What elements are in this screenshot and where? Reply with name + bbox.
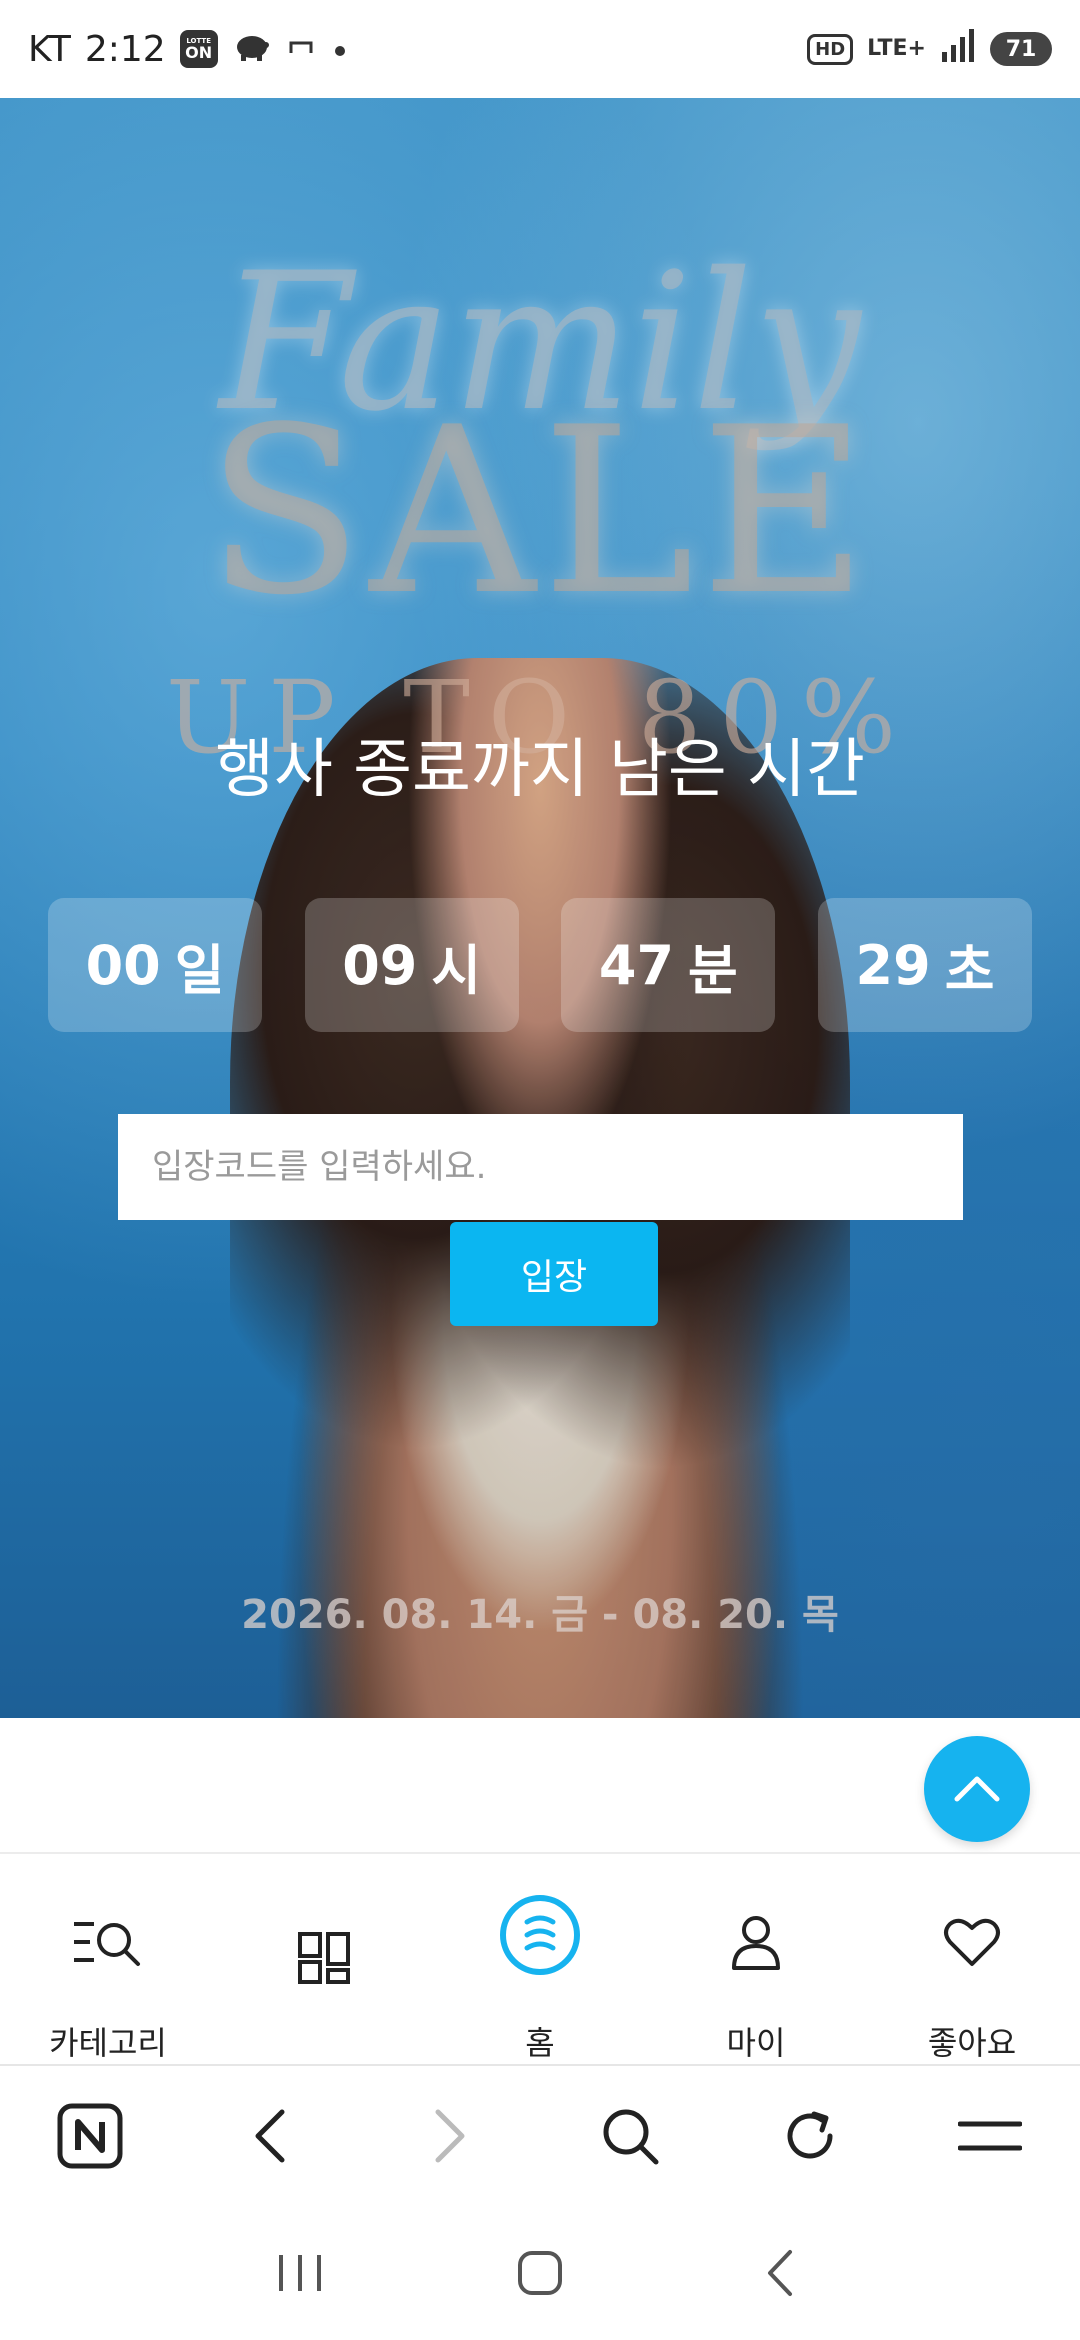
nav-item-category[interactable]: 카테고리 (0, 1880, 216, 2064)
piggy-bank-icon (232, 29, 272, 70)
countdown-hours-unit: 시 (431, 938, 482, 1002)
back-icon[interactable] (225, 2091, 315, 2181)
carrier-label: KT (28, 28, 71, 70)
lotte-badge-big: ON (185, 42, 213, 62)
nav-label-likes: 좋아요 (927, 2024, 1017, 2062)
nav-item-grid[interactable] (216, 1880, 432, 2064)
app-bottom-nav: 카테고리 홈 마이 좋아요 (0, 1880, 1080, 2064)
chevron-up-icon (952, 1773, 1002, 1806)
countdown-seconds-value: 29 (855, 933, 931, 997)
countdown-timer: 00 일 09 시 47 분 29 초 (48, 898, 1032, 1032)
menu-icon[interactable] (945, 2091, 1035, 2181)
nav-label-category: 카테고리 (49, 2024, 167, 2062)
status-left: KT 2:12 LOTTE ON (28, 29, 350, 70)
countdown-seconds: 29 초 (817, 898, 1032, 1032)
naver-n-icon[interactable] (45, 2091, 135, 2181)
refresh-icon[interactable] (765, 2091, 855, 2181)
countdown-hours: 09 시 (304, 898, 519, 1032)
status-right: HD LTE+ 71 (807, 28, 1052, 71)
countdown-hours-value: 09 (342, 933, 418, 997)
nav-item-my[interactable]: 마이 (648, 1880, 864, 2064)
back-icon[interactable] (740, 2233, 820, 2313)
banner-sale-title: SALE (205, 379, 875, 646)
person-icon (716, 1902, 796, 1982)
nav-item-likes[interactable]: 좋아요 (864, 1880, 1080, 2064)
countdown-days: 00 일 (48, 898, 262, 1032)
dot-icon (330, 29, 350, 70)
search-icon[interactable] (585, 2091, 675, 2181)
status-time: 2:12 (84, 28, 166, 70)
lotte-on-badge-icon: LOTTE ON (179, 30, 218, 68)
countdown-seconds-unit: 초 (944, 938, 995, 1002)
home-icon[interactable] (500, 2233, 580, 2313)
status-bar: KT 2:12 LOTTE ON HD LTE+ 71 (0, 0, 1080, 98)
countdown-title: 행사 종료까지 남은 시간 (215, 733, 865, 807)
hd-badge: HD (807, 33, 854, 65)
category-search-icon (68, 1902, 148, 1982)
countdown-minutes-value: 47 (598, 933, 675, 997)
divider (0, 1852, 1080, 1854)
nav-label-my: 마이 (726, 2024, 786, 2062)
enter-button[interactable]: 입장 (450, 1222, 658, 1326)
sale-banner: Family SALE UP TO 80% 행사 종료까지 남은 시간 00 일… (0, 98, 1080, 1718)
nav-item-home[interactable]: 홈 (432, 1880, 648, 2064)
grid-icon (284, 1918, 364, 1998)
nav-label-home: 홈 (525, 2024, 555, 2062)
tray-icon (286, 29, 316, 70)
scroll-to-top-button[interactable] (924, 1736, 1030, 1842)
entry-code-input[interactable] (118, 1114, 963, 1220)
event-dates: 2026. 08. 14. 금 - 08. 20. 목 (241, 1592, 839, 1638)
countdown-days-value: 00 (85, 933, 161, 997)
countdown-minutes-unit: 분 (688, 938, 738, 1002)
countdown-days-unit: 일 (174, 938, 225, 1002)
network-type: LTE+ (867, 36, 926, 61)
system-nav-bar (0, 2206, 1080, 2340)
recents-icon[interactable] (260, 2233, 340, 2313)
heart-icon (932, 1902, 1012, 1982)
home-logo-icon (497, 1892, 583, 1978)
browser-toolbar (0, 2066, 1080, 2206)
signal-icon (940, 28, 976, 71)
countdown-minutes: 47 분 (561, 898, 776, 1032)
forward-icon[interactable] (405, 2091, 495, 2181)
battery-level: 71 (1005, 36, 1037, 62)
battery-icon: 71 (990, 32, 1052, 66)
